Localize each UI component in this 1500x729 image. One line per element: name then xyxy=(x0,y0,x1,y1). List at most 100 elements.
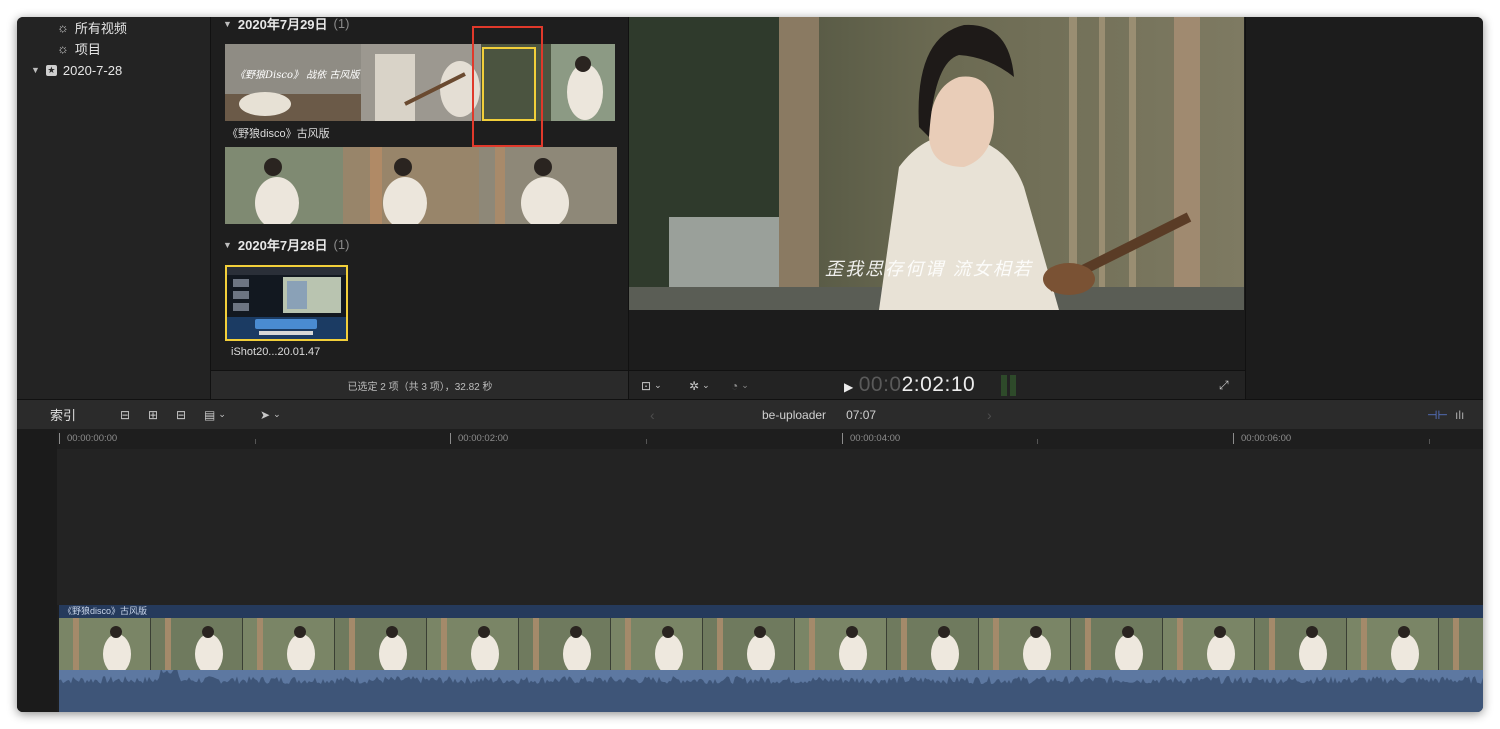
timecode-dim: 00:0 xyxy=(858,373,902,396)
event-date: 2020年7月28日 xyxy=(237,238,328,253)
gear-icon: ☼ xyxy=(57,40,69,56)
insert-clip-button[interactable]: ⊞ xyxy=(148,400,158,429)
connect-clip-button[interactable]: ⊟ xyxy=(120,400,130,429)
timeline-clip-title: 《野狼disco》古风版 xyxy=(59,605,1483,618)
sidebar-item-event-2020-7-28[interactable]: ▼ ★ 2020-7-28 xyxy=(31,60,122,80)
view-options-button[interactable]: ⊡ ⌄ xyxy=(641,371,662,400)
timeline-ruler[interactable]: 00:00:00:00 00:00:02:00 00:00:04:00 00:0… xyxy=(57,429,1483,449)
index-button[interactable]: 索引 xyxy=(50,400,76,429)
index-label: 索引 xyxy=(50,408,77,423)
project-title: be-uploader xyxy=(762,407,827,422)
ruler-tick xyxy=(59,433,60,444)
audio-meter-right xyxy=(1010,375,1016,396)
audio-skimming-toggle[interactable]: ılı xyxy=(1455,400,1464,429)
clip-filmstrip-ye-lang-disco[interactable]: 《野狼Disco》 战依 古风版 xyxy=(225,44,615,121)
waveform-icon: ılı xyxy=(1455,407,1465,422)
view-options-icon: ⊡ xyxy=(641,378,652,393)
event-count: (1) xyxy=(333,237,350,252)
clip-thumbnail-ishot[interactable] xyxy=(225,265,348,341)
chevron-down-icon: ⌄ xyxy=(218,409,226,419)
retime-button[interactable]: ◔ ⌄ xyxy=(731,371,749,400)
event-header-0728[interactable]: ▼ 2020年7月28日 (1) xyxy=(223,235,349,254)
event-header-0729[interactable]: ▼ 2020年7月29日 (1) xyxy=(223,17,349,33)
gear-icon: ☼ xyxy=(57,19,69,35)
filmstrip-image xyxy=(59,618,1483,670)
select-tool-button[interactable]: ➤ ⌄ xyxy=(260,400,281,429)
arrow-pointer-icon: ➤ xyxy=(260,407,271,422)
skimming-toggle[interactable]: ⊣⊢ xyxy=(1427,400,1448,429)
chevron-down-icon: ⌄ xyxy=(654,380,662,390)
timeline[interactable]: 00:00:00:00 00:00:02:00 00:00:04:00 00:0… xyxy=(17,429,1483,712)
event-date: 2020年7月29日 xyxy=(237,17,328,32)
viewer: 歪我思存何谓 流女相若 xyxy=(628,17,1246,370)
disclosure-triangle-icon[interactable]: ▼ xyxy=(223,19,232,29)
library-sidebar: ☼ 所有视频 ☼ 项目 ▼ ★ 2020-7-28 xyxy=(17,17,210,399)
sidebar-item-projects[interactable]: ☼ 项目 xyxy=(57,38,101,58)
timecode-display[interactable]: ▶ 00:02:02:10 xyxy=(844,373,975,397)
chevron-down-icon: ⌄ xyxy=(273,409,281,419)
selection-status: 已选定 2 项（共 3 项），32.82 秒 xyxy=(347,382,493,393)
skimming-icon: ⊣⊢ xyxy=(1427,407,1448,422)
timecode-value: 2:02:10 xyxy=(901,373,976,396)
star-icon: ★ xyxy=(45,64,57,76)
ruler-tick xyxy=(255,439,256,444)
play-icon[interactable]: ▶ xyxy=(844,380,854,394)
project-duration: 07:07 xyxy=(846,407,877,422)
append-clip-icon: ⊟ xyxy=(176,407,187,422)
project-name: be-uploader 07:07 xyxy=(762,400,876,429)
append-clip-button[interactable]: ⊟ xyxy=(176,400,186,429)
ruler-label: 00:00:02:00 xyxy=(458,433,509,444)
ruler-tick xyxy=(1429,439,1430,444)
history-forward-button[interactable]: › xyxy=(987,400,992,429)
inspector-pane xyxy=(1245,17,1483,399)
thumbnail-image xyxy=(227,267,346,339)
overwrite-clip-icon: ▤ xyxy=(204,407,216,422)
enhance-button[interactable]: ✲ ⌄ xyxy=(689,371,710,400)
history-back-button[interactable]: ‹ xyxy=(650,400,655,429)
insert-clip-icon: ⊞ xyxy=(148,407,159,422)
fullscreen-icon: ⤢ xyxy=(1219,378,1229,392)
clip-name[interactable]: iShot20...20.01.47 xyxy=(231,346,320,358)
overwrite-clip-button[interactable]: ▤ ⌄ xyxy=(204,400,226,429)
filmstrip-image xyxy=(225,147,617,224)
timeline-empty-area[interactable] xyxy=(57,449,1483,605)
chevron-down-icon: ⌄ xyxy=(702,380,710,390)
speedometer-icon: ◔ xyxy=(731,378,739,393)
audio-waveform-image xyxy=(59,668,1483,712)
timeline-toolbar: 索引 ⊟ ⊞ ⊟ ▤ ⌄ ➤ ⌄ ‹ be-uploader 07:07 › ⊣⊢ … xyxy=(17,399,1483,430)
chevron-left-icon: ‹ xyxy=(650,406,655,423)
magic-wand-icon: ✲ xyxy=(689,378,700,393)
ruler-tick xyxy=(842,433,843,444)
viewer-controls-bar: ⊡ ⌄ ✲ ⌄ ◔ ⌄ ▶ 00:02:02:10 ⤢ xyxy=(628,370,1246,400)
ruler-tick xyxy=(1037,439,1038,444)
ruler-label: 00:00:04:00 xyxy=(850,433,901,444)
clip-filmstrip-continuation[interactable] xyxy=(225,147,617,224)
connect-clip-icon: ⊟ xyxy=(120,407,131,422)
event-browser: ▼ 2020年7月29日 (1) 《野狼Disco》 战依 古风版 《野狼dis… xyxy=(210,17,629,370)
browser-status-bar: 已选定 2 项（共 3 项），32.82 秒 xyxy=(210,370,629,400)
thumb-caption: 《野狼Disco》 战依 古风版 xyxy=(235,70,360,81)
ruler-label: 00:00:06:00 xyxy=(1241,433,1292,444)
event-count: (1) xyxy=(333,17,350,31)
timeline-clip[interactable]: 《野狼disco》古风版 xyxy=(59,605,1483,712)
disclosure-triangle-icon[interactable]: ▼ xyxy=(31,65,40,75)
disclosure-triangle-icon[interactable]: ▼ xyxy=(223,240,232,250)
sidebar-item-all-videos[interactable]: ☼ 所有视频 xyxy=(57,17,127,37)
video-subtitle: 歪我思存何谓 流女相若 xyxy=(825,259,1033,280)
sidebar-item-label: 项目 xyxy=(74,41,101,57)
annotation-highlight-box xyxy=(472,26,543,147)
chevron-right-icon: › xyxy=(987,406,992,423)
filmstrip-image xyxy=(225,44,615,121)
audio-meter-left xyxy=(1001,375,1007,396)
ruler-tick xyxy=(450,433,451,444)
viewer-frame[interactable]: 歪我思存何谓 流女相若 xyxy=(629,17,1244,310)
sidebar-item-label: 2020-7-28 xyxy=(62,62,123,78)
timeline-clip-filmstrip xyxy=(59,618,1483,670)
sidebar-item-label: 所有视频 xyxy=(74,20,127,36)
clip-name[interactable]: 《野狼disco》古风版 xyxy=(227,125,330,141)
ruler-label: 00:00:00:00 xyxy=(67,433,118,444)
timeline-clip-audio xyxy=(59,668,1483,712)
chevron-down-icon: ⌄ xyxy=(741,380,749,390)
ruler-tick xyxy=(1233,433,1234,444)
fullscreen-button[interactable]: ⤢ xyxy=(1219,371,1229,400)
